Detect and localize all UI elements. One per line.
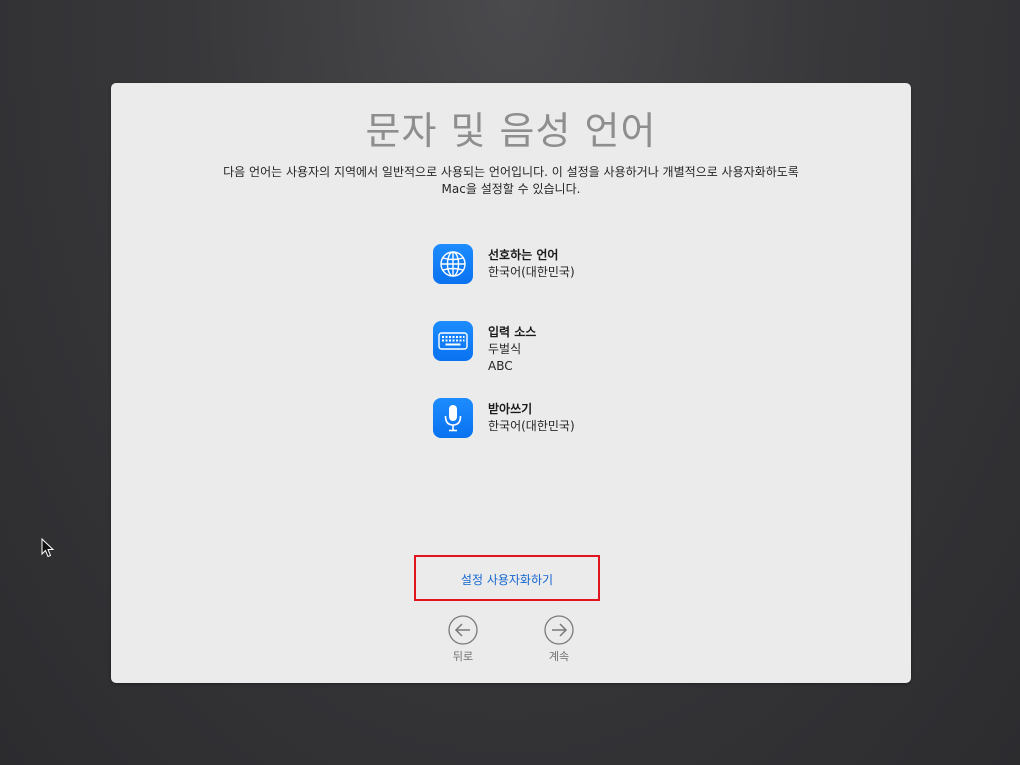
- input-source-item: 두벌식: [488, 342, 522, 356]
- input-source-item: ABC: [488, 359, 513, 373]
- page-title: 문자 및 음성 언어: [365, 109, 657, 153]
- input-sources-row[interactable]: 입력 소스 두벌식 ABC: [433, 321, 536, 375]
- preferred-language-text: 선호하는 언어 한국어(대한민국): [488, 244, 575, 281]
- dictation-row[interactable]: 받아쓰기 한국어(대한민국): [433, 398, 575, 438]
- dictation-text: 받아쓰기 한국어(대한민국): [488, 398, 575, 435]
- forward-arrow-icon: [544, 615, 574, 645]
- description-line-2: Mac을 설정할 수 있습니다.: [441, 182, 581, 196]
- preferred-language-heading: 선호하는 언어: [488, 248, 559, 262]
- customize-settings-link[interactable]: 설정 사용자화하기: [416, 571, 598, 588]
- page-description: 다음 언어는 사용자의 지역에서 일반적으로 사용되는 언어입니다. 이 설정을…: [201, 164, 821, 198]
- continue-label: 계속: [548, 650, 570, 663]
- back-button[interactable]: 뒤로: [433, 615, 493, 664]
- customize-highlight-box: 설정 사용자화하기: [414, 555, 600, 601]
- preferred-language-value: 한국어(대한민국): [488, 265, 575, 279]
- dictation-value: 한국어(대한민국): [488, 419, 575, 433]
- description-line-1: 다음 언어는 사용자의 지역에서 일반적으로 사용되는 언어입니다. 이 설정을…: [223, 165, 799, 179]
- back-label: 뒤로: [452, 650, 474, 663]
- input-sources-text: 입력 소스 두벌식 ABC: [488, 321, 536, 375]
- back-arrow-icon: [448, 615, 478, 645]
- keyboard-icon: [433, 321, 473, 361]
- input-sources-heading: 입력 소스: [488, 325, 537, 339]
- preferred-language-row[interactable]: 선호하는 언어 한국어(대한민국): [433, 244, 575, 284]
- globe-icon: [433, 244, 473, 284]
- dictation-heading: 받아쓰기: [488, 402, 533, 416]
- setup-assistant-panel: 문자 및 음성 언어 다음 언어는 사용자의 지역에서 일반적으로 사용되는 언…: [111, 83, 911, 683]
- mouse-pointer-icon: [41, 537, 55, 558]
- continue-button[interactable]: 계속: [529, 615, 589, 664]
- microphone-icon: [433, 398, 473, 438]
